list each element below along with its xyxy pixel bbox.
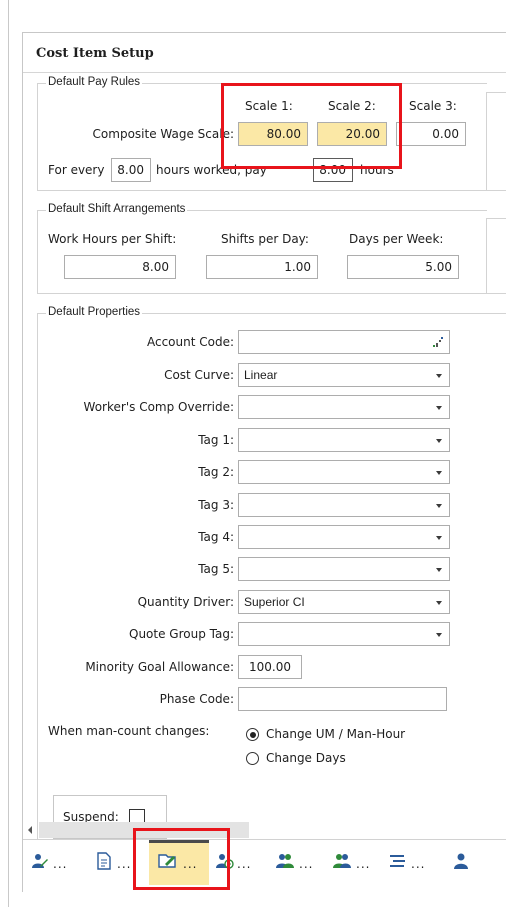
people-add-icon	[276, 854, 294, 868]
panel-content: Default Pay Rules Scale 1: Scale 2: Scal…	[23, 74, 506, 862]
change-days-label[interactable]: Change Days	[266, 751, 346, 765]
quantity-driver-select[interactable]: Superior CI	[238, 590, 450, 614]
phase-code-input[interactable]	[238, 687, 447, 711]
toolbar-overflow-4: ...	[237, 857, 252, 871]
quote-group-tag-label: Quote Group Tag:	[129, 627, 234, 641]
quantity-driver-label: Quantity Driver:	[137, 595, 234, 609]
days-per-week-input[interactable]: 5.00	[347, 255, 459, 279]
toolbar-list-indent-button[interactable]: ...	[389, 840, 437, 885]
properties-legend: Default Properties	[46, 306, 143, 318]
toolbar-overflow-1: ...	[53, 857, 68, 871]
change-um-label[interactable]: Change UM / Man-Hour	[266, 727, 405, 741]
list-indent-icon	[390, 855, 405, 867]
shifts-per-day-input[interactable]: 1.00	[206, 255, 318, 279]
tag1-label: Tag 1:	[198, 433, 234, 447]
work-hours-input[interactable]: 8.00	[64, 255, 176, 279]
tag3-label: Tag 3:	[198, 498, 234, 512]
pay-rules-side-group	[486, 92, 506, 191]
toolbar-highlight-box	[133, 828, 230, 890]
minority-goal-label: Minority Goal Allowance:	[85, 660, 234, 674]
shift-side-group	[486, 218, 506, 294]
window-left-edge	[8, 0, 9, 907]
person-icon	[454, 853, 468, 869]
tag5-select[interactable]	[238, 557, 450, 581]
tag3-select[interactable]	[238, 493, 450, 517]
bottom-toolbar: ... ... ... ... ... ... ...	[23, 839, 506, 893]
cost-curve-label: Cost Curve:	[164, 368, 234, 382]
toolbar-people-button[interactable]: ...	[332, 840, 380, 885]
work-hours-label: Work Hours per Shift:	[48, 232, 177, 246]
tag5-label: Tag 5:	[198, 562, 234, 576]
people-icon	[333, 854, 351, 868]
scroll-left-arrow[interactable]	[28, 826, 32, 834]
document-icon	[97, 852, 111, 870]
tag4-select[interactable]	[238, 525, 450, 549]
man-count-label: When man-count changes:	[48, 724, 210, 738]
toolbar-overflow-7: ...	[411, 857, 426, 871]
tag2-label: Tag 2:	[198, 465, 234, 479]
tag1-select[interactable]	[238, 428, 450, 452]
phase-code-label: Phase Code:	[159, 692, 234, 706]
toolbar-people-add-button[interactable]: ...	[275, 840, 323, 885]
toolbar-person-edit-button[interactable]: ...	[31, 840, 73, 885]
shift-arrangements-legend: Default Shift Arrangements	[46, 203, 188, 215]
scale-highlight-box	[221, 83, 402, 169]
cost-curve-select[interactable]: Linear	[238, 363, 450, 387]
tag4-label: Tag 4:	[198, 530, 234, 544]
for-every-label: For every	[48, 163, 105, 177]
days-per-week-label: Days per Week:	[349, 232, 444, 246]
workers-comp-label: Worker's Comp Override:	[83, 400, 234, 414]
page-title: Cost Item Setup	[36, 46, 154, 61]
panel-header: Cost Item Setup	[23, 33, 506, 73]
horizontal-scrollbar[interactable]	[23, 821, 506, 839]
shift-arrangements-group: Default Shift Arrangements Work Hours pe…	[37, 203, 487, 294]
person-edit-icon	[32, 854, 48, 868]
account-code-label: Account Code:	[146, 335, 234, 349]
account-code-input[interactable]	[238, 330, 450, 354]
properties-group: Default Properties Account Code: Cost Cu…	[37, 306, 506, 862]
toolbar-overflow-6: ...	[356, 857, 371, 871]
lookup-icon[interactable]	[433, 337, 443, 347]
scale3-input[interactable]: 0.00	[396, 122, 466, 146]
toolbar-person-button[interactable]	[453, 840, 483, 885]
pay-rules-legend: Default Pay Rules	[46, 76, 143, 88]
quote-group-tag-select[interactable]	[238, 622, 450, 646]
shifts-per-day-label: Shifts per Day:	[221, 232, 309, 246]
change-um-radio[interactable]	[246, 728, 259, 741]
scale3-label: Scale 3:	[409, 99, 457, 113]
composite-wage-scale-label: Composite Wage Scale:	[92, 127, 234, 141]
tag2-select[interactable]	[238, 460, 450, 484]
hours-worked-input[interactable]: 8.00	[111, 158, 151, 182]
toolbar-overflow-5: ...	[299, 857, 314, 871]
minority-goal-input[interactable]: 100.00	[238, 655, 302, 679]
change-days-radio[interactable]	[246, 752, 259, 765]
workers-comp-select[interactable]	[238, 395, 450, 419]
toolbar-overflow-2: ...	[117, 857, 132, 871]
